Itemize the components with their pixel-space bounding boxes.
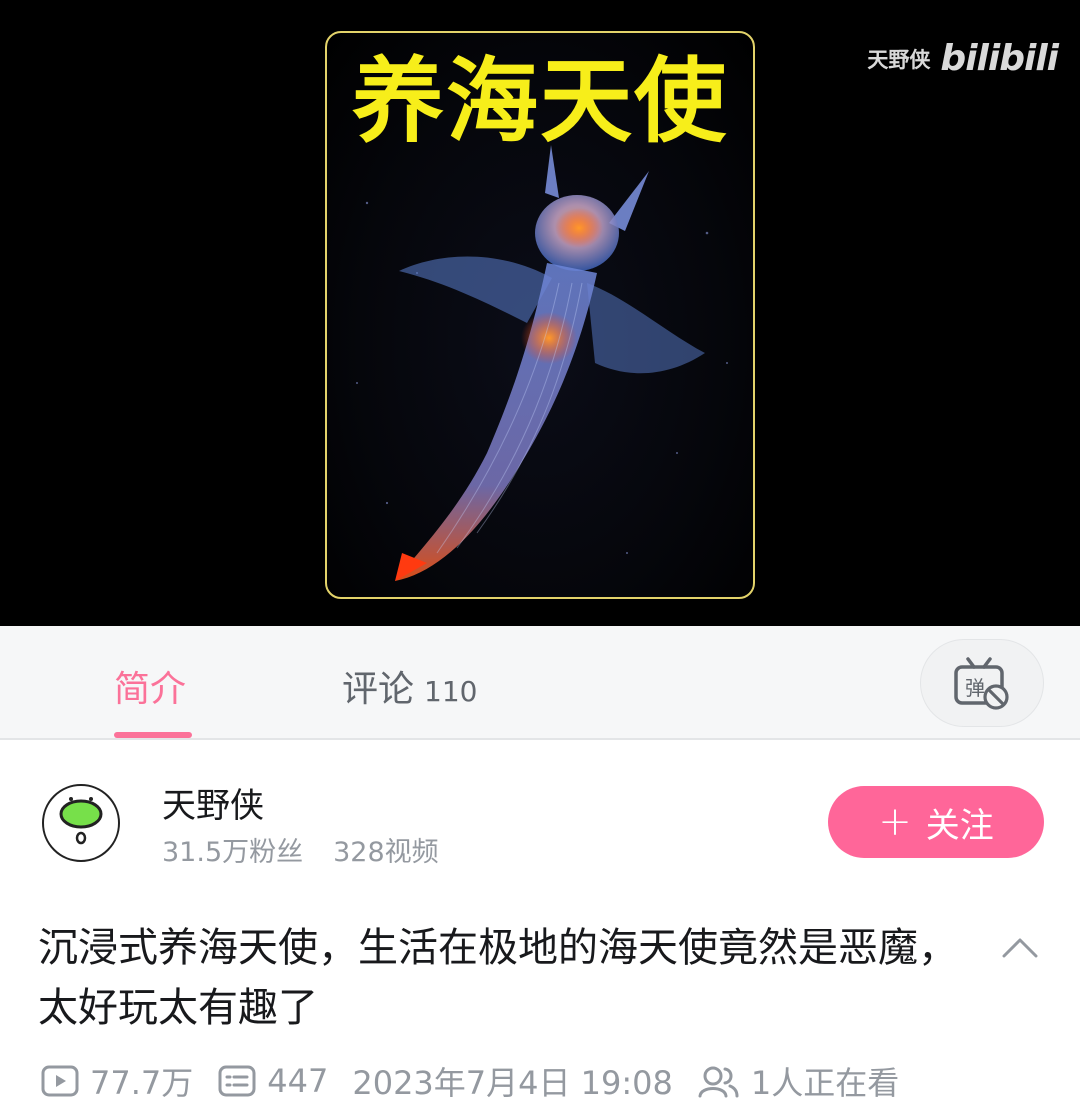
tab-comments[interactable]: 评论 110: [342, 660, 477, 712]
chevron-up-icon[interactable]: [1000, 932, 1040, 962]
svg-text:弹: 弹: [965, 676, 985, 700]
bilibili-watermark: 天野侠 bilibili: [867, 38, 1059, 79]
comments-count: 110: [424, 675, 478, 708]
danmaku-count: 447: [267, 1062, 329, 1100]
people-icon: [698, 1066, 739, 1098]
danmaku-off-icon: 弹: [954, 657, 1009, 710]
avatar[interactable]: [42, 784, 120, 862]
video-count: 328视频: [333, 837, 439, 868]
danmaku-toggle-button[interactable]: 弹: [920, 639, 1044, 727]
bilibili-logo: bilibili: [940, 38, 1059, 79]
plus-icon: +: [878, 799, 912, 845]
watching-stat: 1人正在看: [697, 1058, 899, 1104]
video-meta: 77.7万 447 2023年7月4日 19:08 1人正在看: [40, 1058, 1080, 1104]
video-cover: 养海天使: [325, 31, 755, 599]
publish-time: 2023年7月4日 19:08: [352, 1064, 673, 1102]
watching-count: 1人正在看: [750, 1064, 900, 1102]
video-title: 沉浸式养海天使，生活在极地的海天使竟然是恶魔，太好玩太有趣了: [38, 925, 958, 1031]
play-count-icon: [41, 1065, 79, 1097]
avatar-face-icon: [59, 797, 103, 845]
follow-label: 关注: [925, 805, 994, 846]
uploader-stats: 31.5万粉丝 328视频: [162, 830, 439, 869]
follow-button[interactable]: + 关注: [828, 786, 1044, 858]
cover-title: 养海天使: [351, 48, 728, 155]
views-count: 77.7万: [90, 1064, 194, 1102]
uploader-name[interactable]: 天野侠: [162, 778, 264, 827]
tab-comments-label: 评论: [342, 669, 415, 710]
views-stat: 77.7万: [40, 1058, 193, 1104]
watermark-name: 天野侠: [867, 47, 931, 72]
video-player[interactable]: 养海天使 天野侠 bilibili: [0, 0, 1080, 626]
active-tab-indicator: [114, 732, 192, 738]
danmaku-stat: 447: [217, 1062, 328, 1100]
danmaku-count-icon: [218, 1065, 256, 1097]
fans-count: 31.5万粉丝: [162, 837, 304, 868]
tab-intro[interactable]: 简介: [114, 660, 186, 712]
tab-bar: 简介 评论 110 弹: [0, 626, 1080, 740]
